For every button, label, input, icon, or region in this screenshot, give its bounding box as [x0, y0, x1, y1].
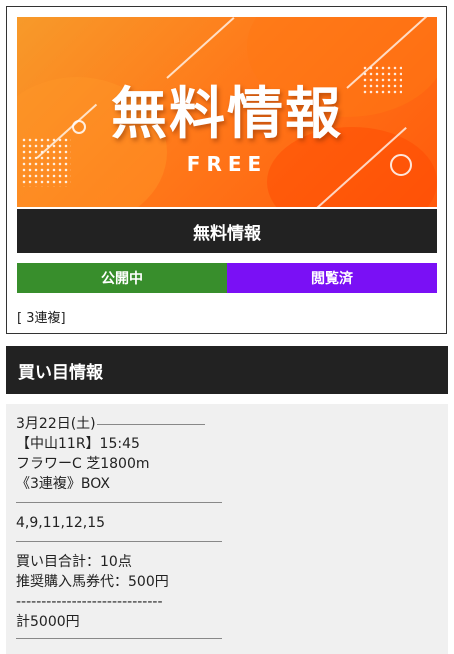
recommended-stake: 推奨購入馬券代：500円: [16, 574, 169, 590]
divider: [16, 541, 222, 542]
date-rule-divider: [96, 423, 205, 425]
banner-title: 無料情報: [111, 82, 343, 147]
race-date: 3月22日(土): [16, 416, 96, 432]
banner-subtitle: FREE: [186, 152, 268, 176]
betting-info-panel: 3月22日(土) 【中山11R】15:45 フラワーC 芝1800m 《3連複》…: [6, 404, 448, 654]
status-row: 公開中 閲覧済: [17, 263, 437, 293]
race-name: フラワーC 芝1800m: [16, 456, 150, 472]
divider: [16, 502, 222, 503]
race-date-line: 3月22日(土): [16, 414, 438, 434]
total-points: 買い目合計：10点: [16, 554, 132, 570]
card-title[interactable]: 無料情報: [17, 209, 437, 253]
section-heading: 買い目情報: [6, 346, 448, 394]
status-badge-viewed: 閲覧済: [227, 263, 437, 293]
bet-type: 《3連複》BOX: [16, 476, 110, 492]
total-amount: 計5000円: [16, 614, 80, 630]
status-badge-public: 公開中: [17, 263, 227, 293]
race-header: 【中山11R】15:45: [16, 436, 140, 452]
horse-numbers: 4,9,11,12,15: [16, 515, 106, 531]
banner-line: [166, 17, 235, 79]
dashed-separator: -----------------------------: [16, 594, 163, 610]
free-info-card[interactable]: 無料情報 FREE 無料情報 公開中 閲覧済 [ 3連複]: [6, 6, 447, 334]
bet-type-tag: [ 3連複]: [17, 311, 66, 326]
divider: [16, 638, 222, 639]
free-info-banner: 無料情報 FREE: [17, 17, 437, 207]
